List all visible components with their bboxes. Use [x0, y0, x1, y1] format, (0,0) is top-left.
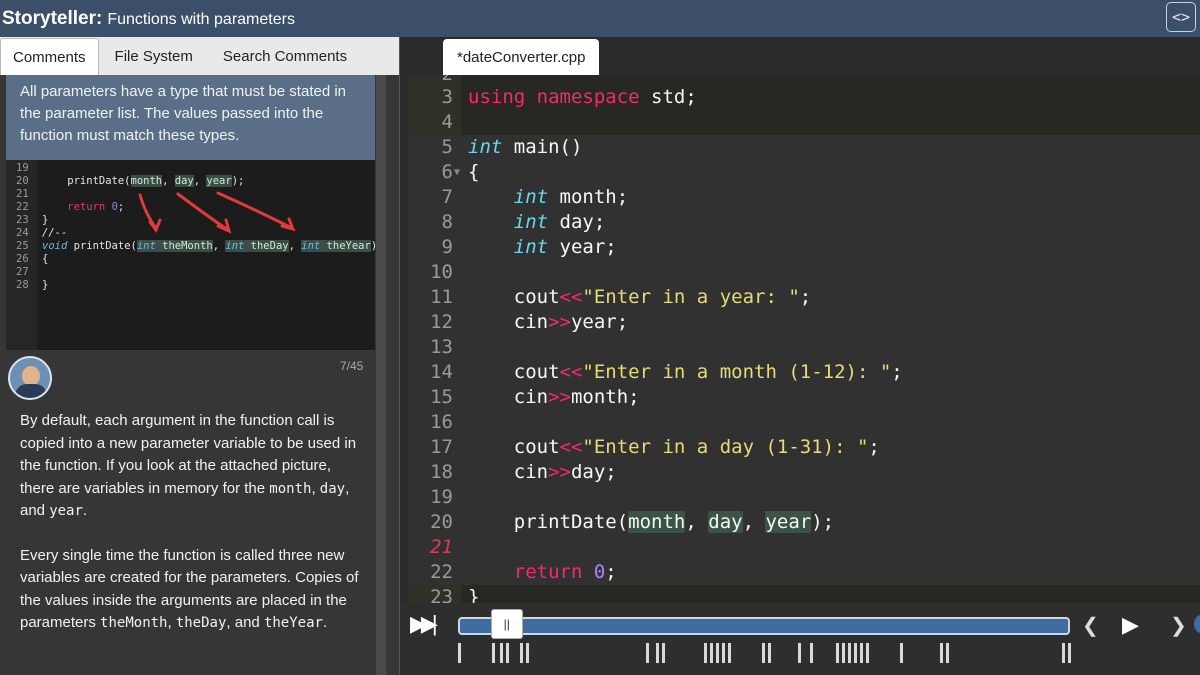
event-tick [900, 643, 903, 663]
playback-slider[interactable] [458, 617, 1070, 635]
code-line: 22 return 0; [408, 560, 1200, 585]
event-ticks [400, 643, 1200, 665]
code-thumbnail[interactable]: 19 20 printDate(month, day, year); 21 22… [6, 160, 375, 350]
event-tick [662, 643, 665, 663]
page-title: Functions with parameters [107, 10, 295, 28]
code-line: 8 int day; [408, 210, 1200, 235]
event-tick [762, 643, 765, 663]
event-tick [492, 643, 495, 663]
event-tick [1068, 643, 1071, 663]
code-line: 4 [441, 111, 453, 133]
code-line: 13 [408, 335, 1200, 360]
event-tick [500, 643, 503, 663]
event-tick [854, 643, 857, 663]
play-icon[interactable]: ▶ [1122, 612, 1139, 638]
event-tick [1062, 643, 1065, 663]
code-line: 6 ▼{ [408, 160, 1200, 185]
code-line: 23} [430, 586, 480, 603]
code-line: 7 int month; [408, 185, 1200, 210]
event-tick [458, 643, 461, 663]
event-tick [728, 643, 731, 663]
file-tab-dateconverter[interactable]: *dateConverter.cpp [443, 39, 600, 75]
arrow-month [138, 193, 158, 230]
comment-body: By default, each argument in the functio… [6, 410, 375, 657]
editor-panel: *dateConverter.cpp 2 3using namespace st… [400, 37, 1200, 675]
event-tick [526, 643, 529, 663]
event-tick [810, 643, 813, 663]
file-tab-bar: *dateConverter.cpp [400, 37, 1200, 75]
event-tick [798, 643, 801, 663]
code-line: 9 int year; [408, 235, 1200, 260]
comment-paragraph: By default, each argument in the functio… [20, 412, 357, 519]
code-line: 10 [408, 260, 1200, 285]
selected-comment-text: All parameters have a type that must be … [20, 83, 347, 144]
code-line: 19 [408, 485, 1200, 510]
comments-scrollbar[interactable] [376, 75, 386, 675]
chevron-right-icon[interactable]: ❯ [1170, 613, 1187, 638]
playback-handle[interactable]: || [490, 609, 523, 639]
arrow-day [176, 192, 230, 232]
fold-icon: ▼ [454, 167, 461, 178]
comment-paragraph: Every single time the function is called… [20, 546, 359, 632]
event-tick [520, 643, 523, 663]
event-tick [722, 643, 725, 663]
avatar [8, 356, 52, 400]
event-tick [940, 643, 943, 663]
event-tick [710, 643, 713, 663]
comment-counter: 7/45 [340, 359, 364, 373]
code-line: 14 cout<<"Enter in a month (1-12): "; [408, 360, 1200, 385]
code-line: 15 cin>>month; [408, 385, 1200, 410]
event-tick [848, 643, 851, 663]
code-line: 17 cout<<"Enter in a day (1-31): "; [408, 435, 1200, 460]
avatar-head [22, 366, 40, 386]
event-tick [836, 643, 839, 663]
app-header: Storyteller: Functions with parameters <> [0, 0, 1200, 37]
panel-edge-icon[interactable] [1194, 615, 1200, 633]
code-line: 3 using namespace std; [441, 86, 697, 108]
tab-file-system[interactable]: File System [103, 38, 205, 75]
playback-bar: ▶▶| || ❮ ▶ ❯ [400, 603, 1200, 675]
code-line: 20 printDate(month, day, year); [408, 510, 1200, 535]
app-brand: Storyteller: [2, 7, 103, 29]
event-tick [860, 643, 863, 663]
code-line: 12 cin>>year; [408, 310, 1200, 335]
code-line: 16 [408, 410, 1200, 435]
code-line-modified: 21 [408, 535, 1200, 560]
code-line: 18 cin>>day; [408, 460, 1200, 485]
code-line: 11 cout<<"Enter in a year: "; [408, 285, 1200, 310]
event-tick [716, 643, 719, 663]
fast-forward-icon[interactable]: ▶▶| [410, 611, 437, 637]
annotation-arrows [138, 191, 296, 234]
event-tick [704, 643, 707, 663]
code-line: 5 int main() [408, 135, 1200, 160]
event-tick [946, 643, 949, 663]
event-tick [646, 643, 649, 663]
chevron-left-icon[interactable]: ❮ [1082, 613, 1099, 638]
code-editor[interactable]: 2 3using namespace std; 4 5int main() 6▼… [408, 75, 1200, 603]
arrow-year [216, 191, 294, 230]
comments-panel: Comments File System Search Comments All… [0, 37, 400, 675]
tab-comments[interactable]: Comments [0, 38, 99, 75]
app-title: Storyteller: Functions with parameters [0, 8, 295, 30]
event-tick [842, 643, 845, 663]
event-tick [768, 643, 771, 663]
left-tab-bar: Comments File System Search Comments [0, 37, 400, 75]
selected-comment[interactable]: All parameters have a type that must be … [6, 75, 375, 160]
event-tick [656, 643, 659, 663]
event-tick [866, 643, 869, 663]
event-tick [506, 643, 509, 663]
avatar-body [15, 384, 47, 398]
code-brackets-icon[interactable]: <> [1166, 2, 1196, 32]
tab-search-comments[interactable]: Search Comments [211, 38, 359, 75]
